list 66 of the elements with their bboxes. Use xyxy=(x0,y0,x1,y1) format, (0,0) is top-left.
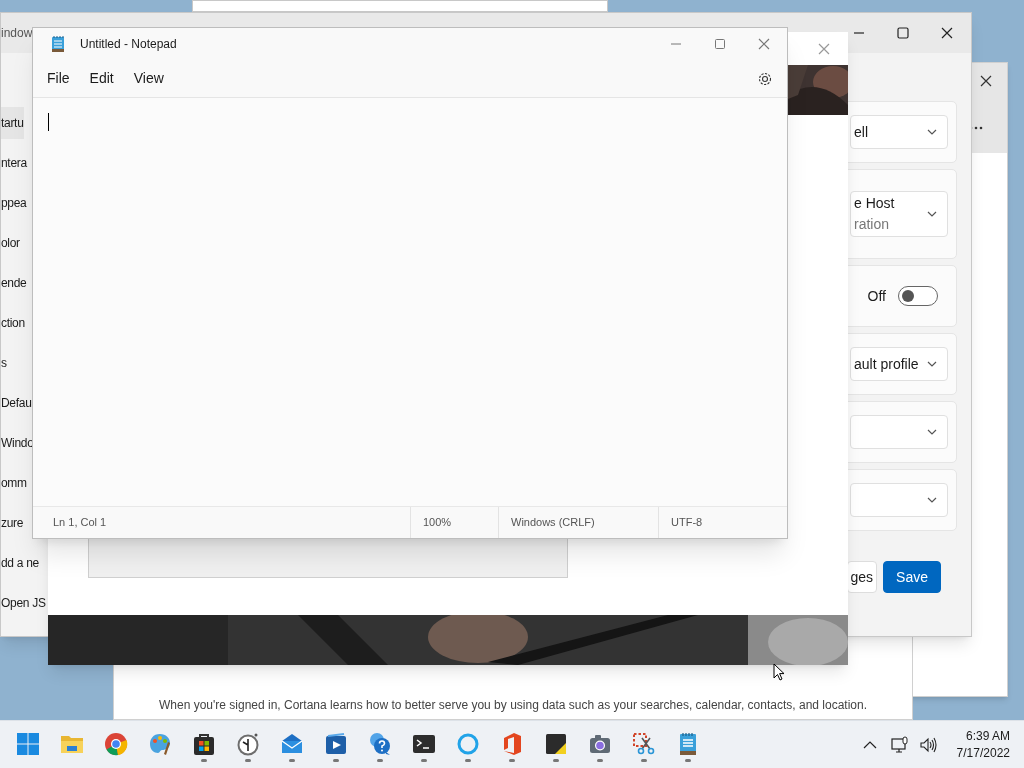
browser-icon xyxy=(104,731,128,756)
close-icon xyxy=(980,75,992,87)
chevron-down-icon xyxy=(927,429,937,435)
window-title: indow xyxy=(1,25,33,42)
cursor-icon xyxy=(773,663,785,681)
envelope-icon xyxy=(280,731,304,756)
dropdown-value: ell xyxy=(854,122,869,142)
sticky-note-icon xyxy=(544,731,568,756)
nav-item[interactable]: ntera xyxy=(1,147,27,179)
status-text: Ln 1, Col 1 xyxy=(53,515,107,531)
menu-item[interactable]: File xyxy=(37,64,80,93)
nav-item[interactable]: ppea xyxy=(1,187,27,219)
clock-button[interactable]: 6:39 AM 7/17/2022 xyxy=(956,727,1010,762)
menu-item[interactable]: View xyxy=(123,64,174,93)
network-icon xyxy=(890,735,909,754)
play-icon xyxy=(324,731,348,756)
nav-item[interactable]: Windo xyxy=(1,427,34,459)
dropdown[interactable]: e Host ration xyxy=(850,191,948,237)
palette-icon xyxy=(148,731,172,756)
notice-text: When you're signed in, Cortana learns how to better serve you by using data such as your searches, calendar, contacts, and location. xyxy=(159,697,867,714)
action-button[interactable]: ges xyxy=(846,561,878,593)
four-squares-icon xyxy=(16,731,40,756)
clock-date: 7/17/2022 xyxy=(956,744,1010,762)
close-icon xyxy=(758,38,770,50)
close-icon xyxy=(818,42,830,55)
maximize-icon xyxy=(897,27,909,39)
shopping-bag-icon xyxy=(192,731,216,756)
action-button[interactable]: Save xyxy=(883,561,941,593)
maximize-icon xyxy=(714,38,726,50)
nav-item[interactable]: dd a ne xyxy=(1,547,39,579)
volume-icon xyxy=(918,736,937,753)
toggle-switch[interactable] xyxy=(898,286,938,306)
status-text: UTF-8 xyxy=(671,515,703,531)
nav-item[interactable]: Open JS xyxy=(1,587,46,619)
dropdown[interactable]: ell xyxy=(850,115,948,149)
nav-item[interactable]: tartu xyxy=(1,107,24,139)
nav-item[interactable]: ende xyxy=(1,267,27,299)
chevron-down-icon xyxy=(927,361,937,367)
clock-icon xyxy=(236,731,260,756)
dropdown-value: e Host xyxy=(854,194,896,213)
window-title: Untitled - Notepad xyxy=(80,36,177,53)
chevron-down-icon xyxy=(927,129,937,135)
help-icon xyxy=(368,731,392,756)
chevron-up-icon xyxy=(862,740,877,749)
ring-icon xyxy=(456,731,480,756)
dropdown-subtitle: ration xyxy=(854,215,891,234)
status-text: 100% xyxy=(423,515,452,531)
nav-item[interactable]: zure xyxy=(1,507,24,539)
nav-item[interactable]: olor xyxy=(1,227,20,259)
nav-item[interactable]: Defau xyxy=(1,387,32,419)
status-text: Windows (CRLF) xyxy=(511,515,595,531)
nav-item[interactable]: omm xyxy=(1,467,27,499)
chevron-down-icon xyxy=(927,211,937,217)
dropdown[interactable]: ault profile xyxy=(850,347,948,381)
nav-item[interactable]: s xyxy=(1,347,7,379)
chevron-down-icon xyxy=(927,497,937,503)
menu-item[interactable]: Edit xyxy=(79,64,124,93)
nav-item[interactable]: ction xyxy=(1,307,25,339)
dropdown-value: ault profile xyxy=(854,354,920,374)
close-icon xyxy=(941,27,953,39)
settings-icon xyxy=(757,70,773,87)
notepad-icon xyxy=(51,35,65,53)
toggle-label: Off xyxy=(867,286,886,306)
clock-time: 6:39 AM xyxy=(965,727,1010,745)
scissors-icon xyxy=(632,731,656,756)
text-cursor xyxy=(48,113,49,131)
